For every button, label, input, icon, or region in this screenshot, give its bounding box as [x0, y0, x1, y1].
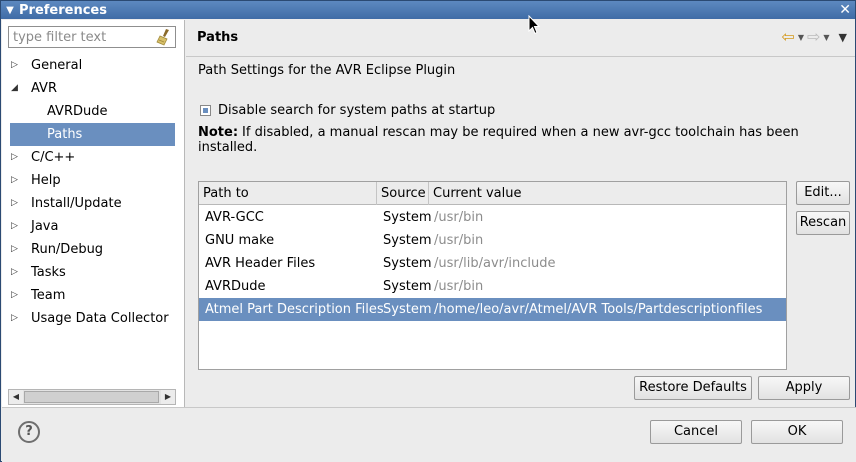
collapsed-arrow-icon[interactable]: ▷ — [11, 284, 21, 307]
cell-value: /usr/lib/avr/include — [434, 256, 556, 271]
tree-item-usage-data-collector[interactable]: ▷ Usage Data Collector — [2, 307, 184, 330]
collapsed-arrow-icon[interactable]: ▷ — [11, 215, 21, 238]
note-label: Note: — [198, 125, 239, 140]
column-header-path-to[interactable]: Path to — [199, 182, 377, 205]
expanded-arrow-icon[interactable]: ◢ — [11, 77, 21, 100]
apply-button[interactable]: Apply — [758, 376, 850, 400]
cancel-button[interactable]: Cancel — [650, 420, 742, 444]
cell-value: /usr/bin — [434, 279, 484, 294]
tree-item-general[interactable]: ▷ General — [2, 54, 184, 77]
filter-input[interactable] — [9, 27, 149, 47]
collapsed-arrow-icon[interactable]: ▷ — [11, 238, 21, 261]
mouse-cursor-icon — [528, 14, 541, 39]
forward-dropdown-icon[interactable]: ▼ — [823, 33, 829, 42]
column-header-source[interactable]: Source — [377, 182, 429, 205]
title-bar[interactable]: ▼ Preferences ✕ — [1, 1, 855, 19]
table-row-selected[interactable]: Atmel Part Description Files System /hom… — [199, 298, 786, 321]
tree-item-label: Java — [31, 219, 59, 234]
tree-item-label: AVR — [31, 81, 57, 96]
disable-search-option[interactable]: Disable search for system paths at start… — [200, 103, 495, 118]
clear-filter-icon[interactable] — [156, 28, 172, 50]
tree-item-cpp[interactable]: ▷ C/C++ — [2, 146, 184, 169]
tree-item-help[interactable]: ▷ Help — [2, 169, 184, 192]
tree-item-label: Usage Data Collector — [31, 311, 169, 326]
tree-item-avr[interactable]: ◢ AVR — [2, 77, 184, 100]
back-arrow-icon[interactable]: ⇦ — [781, 29, 794, 45]
paths-table: Path to Source Current value AVR-GCC Sys… — [198, 181, 787, 370]
preferences-dialog: ▼ Preferences ✕ ▷ General ◢ AVR — [0, 0, 856, 462]
tree-item-label: Paths — [47, 127, 83, 142]
window-title: Preferences — [19, 2, 107, 18]
scrollbar-thumb[interactable] — [24, 391, 159, 403]
tree-item-label: Install/Update — [31, 196, 122, 211]
column-header-current-value[interactable]: Current value — [429, 182, 786, 205]
filter-box — [8, 26, 176, 48]
tree-item-tasks[interactable]: ▷ Tasks — [2, 261, 184, 284]
selection-highlight — [10, 123, 175, 146]
tree-item-label: Tasks — [31, 265, 66, 280]
cell-path: Atmel Part Description Files — [205, 302, 384, 317]
restore-defaults-button[interactable]: Restore Defaults — [634, 376, 752, 400]
tree-item-avrdude[interactable]: AVRDude — [2, 100, 184, 123]
cell-path: AVR-GCC — [205, 210, 264, 225]
cell-source: System — [383, 302, 432, 317]
tree-item-label: General — [31, 58, 83, 73]
table-row[interactable]: AVRDude System /usr/bin — [199, 275, 786, 298]
preference-tree: ▷ General ◢ AVR AVRDude Paths ▷ C/C++ ▷ … — [2, 54, 184, 330]
tree-item-label: AVRDude — [47, 104, 108, 119]
disable-search-label: Disable search for system paths at start… — [218, 103, 496, 118]
note-text: Note: If disabled, a manual rescan may be… — [198, 125, 855, 155]
back-dropdown-icon[interactable]: ▼ — [798, 33, 804, 42]
edit-button[interactable]: Edit... — [796, 181, 850, 205]
page-description: Path Settings for the AVR Eclipse Plugin — [198, 63, 456, 78]
tree-item-label: Help — [31, 173, 61, 188]
cell-value: /home/leo/avr/Atmel/AVR Tools/Partdescri… — [434, 302, 763, 317]
cell-path: GNU make — [205, 233, 275, 248]
table-header: Path to Source Current value — [199, 182, 786, 205]
cell-path: AVR Header Files — [205, 256, 316, 271]
collapsed-arrow-icon[interactable]: ▷ — [11, 192, 21, 215]
ok-button[interactable]: OK — [751, 420, 843, 444]
cell-source: System — [383, 233, 432, 248]
help-icon[interactable]: ? — [18, 421, 40, 443]
tree-item-label: Run/Debug — [31, 242, 104, 257]
cell-source: System — [383, 279, 432, 294]
tree-item-label: C/C++ — [31, 150, 76, 165]
scroll-right-icon[interactable]: ▶ — [161, 390, 175, 404]
tree-item-team[interactable]: ▷ Team — [2, 284, 184, 307]
forward-arrow-icon[interactable]: ⇨ — [807, 29, 820, 45]
view-menu-icon[interactable]: ▼ — [839, 31, 847, 44]
rescan-button[interactable]: Rescan — [796, 211, 850, 235]
collapsed-arrow-icon[interactable]: ▷ — [11, 146, 21, 169]
disable-search-checkbox[interactable] — [200, 105, 211, 116]
table-row[interactable]: AVR Header Files System /usr/lib/avr/inc… — [199, 252, 786, 275]
close-icon[interactable]: ✕ — [839, 1, 851, 19]
window-menu-icon[interactable]: ▼ — [1, 5, 19, 16]
page-navigation-tools: ⇦ ▼ ⇨ ▼ ▼ — [781, 29, 847, 45]
collapsed-arrow-icon[interactable]: ▷ — [11, 261, 21, 284]
preference-navigation: ▷ General ◢ AVR AVRDude Paths ▷ C/C++ ▷ … — [2, 20, 185, 407]
preference-page: Paths ⇦ ▼ ⇨ ▼ ▼ Path Settings for the AV… — [186, 20, 855, 407]
note-body: If disabled, a manual rescan may be requ… — [198, 125, 799, 155]
page-header: Paths ⇦ ▼ ⇨ ▼ ▼ — [186, 20, 855, 57]
horizontal-scrollbar[interactable]: ◀ ▶ — [8, 389, 176, 405]
cell-source: System — [383, 210, 432, 225]
table-row[interactable]: AVR-GCC System /usr/bin — [199, 206, 786, 229]
cell-path: AVRDude — [205, 279, 266, 294]
cell-value: /usr/bin — [434, 233, 484, 248]
tree-item-paths[interactable]: Paths — [2, 123, 184, 146]
dialog-footer: ? Cancel OK — [2, 407, 856, 462]
table-row[interactable]: GNU make System /usr/bin — [199, 229, 786, 252]
tree-item-run-debug[interactable]: ▷ Run/Debug — [2, 238, 184, 261]
collapsed-arrow-icon[interactable]: ▷ — [11, 307, 21, 330]
tree-item-label: Team — [31, 288, 66, 303]
scroll-left-icon[interactable]: ◀ — [9, 390, 23, 404]
cell-source: System — [383, 256, 432, 271]
page-title: Paths — [197, 30, 239, 45]
tree-item-install-update[interactable]: ▷ Install/Update — [2, 192, 184, 215]
collapsed-arrow-icon[interactable]: ▷ — [11, 54, 21, 77]
cell-value: /usr/bin — [434, 210, 484, 225]
collapsed-arrow-icon[interactable]: ▷ — [11, 169, 21, 192]
tree-item-java[interactable]: ▷ Java — [2, 215, 184, 238]
